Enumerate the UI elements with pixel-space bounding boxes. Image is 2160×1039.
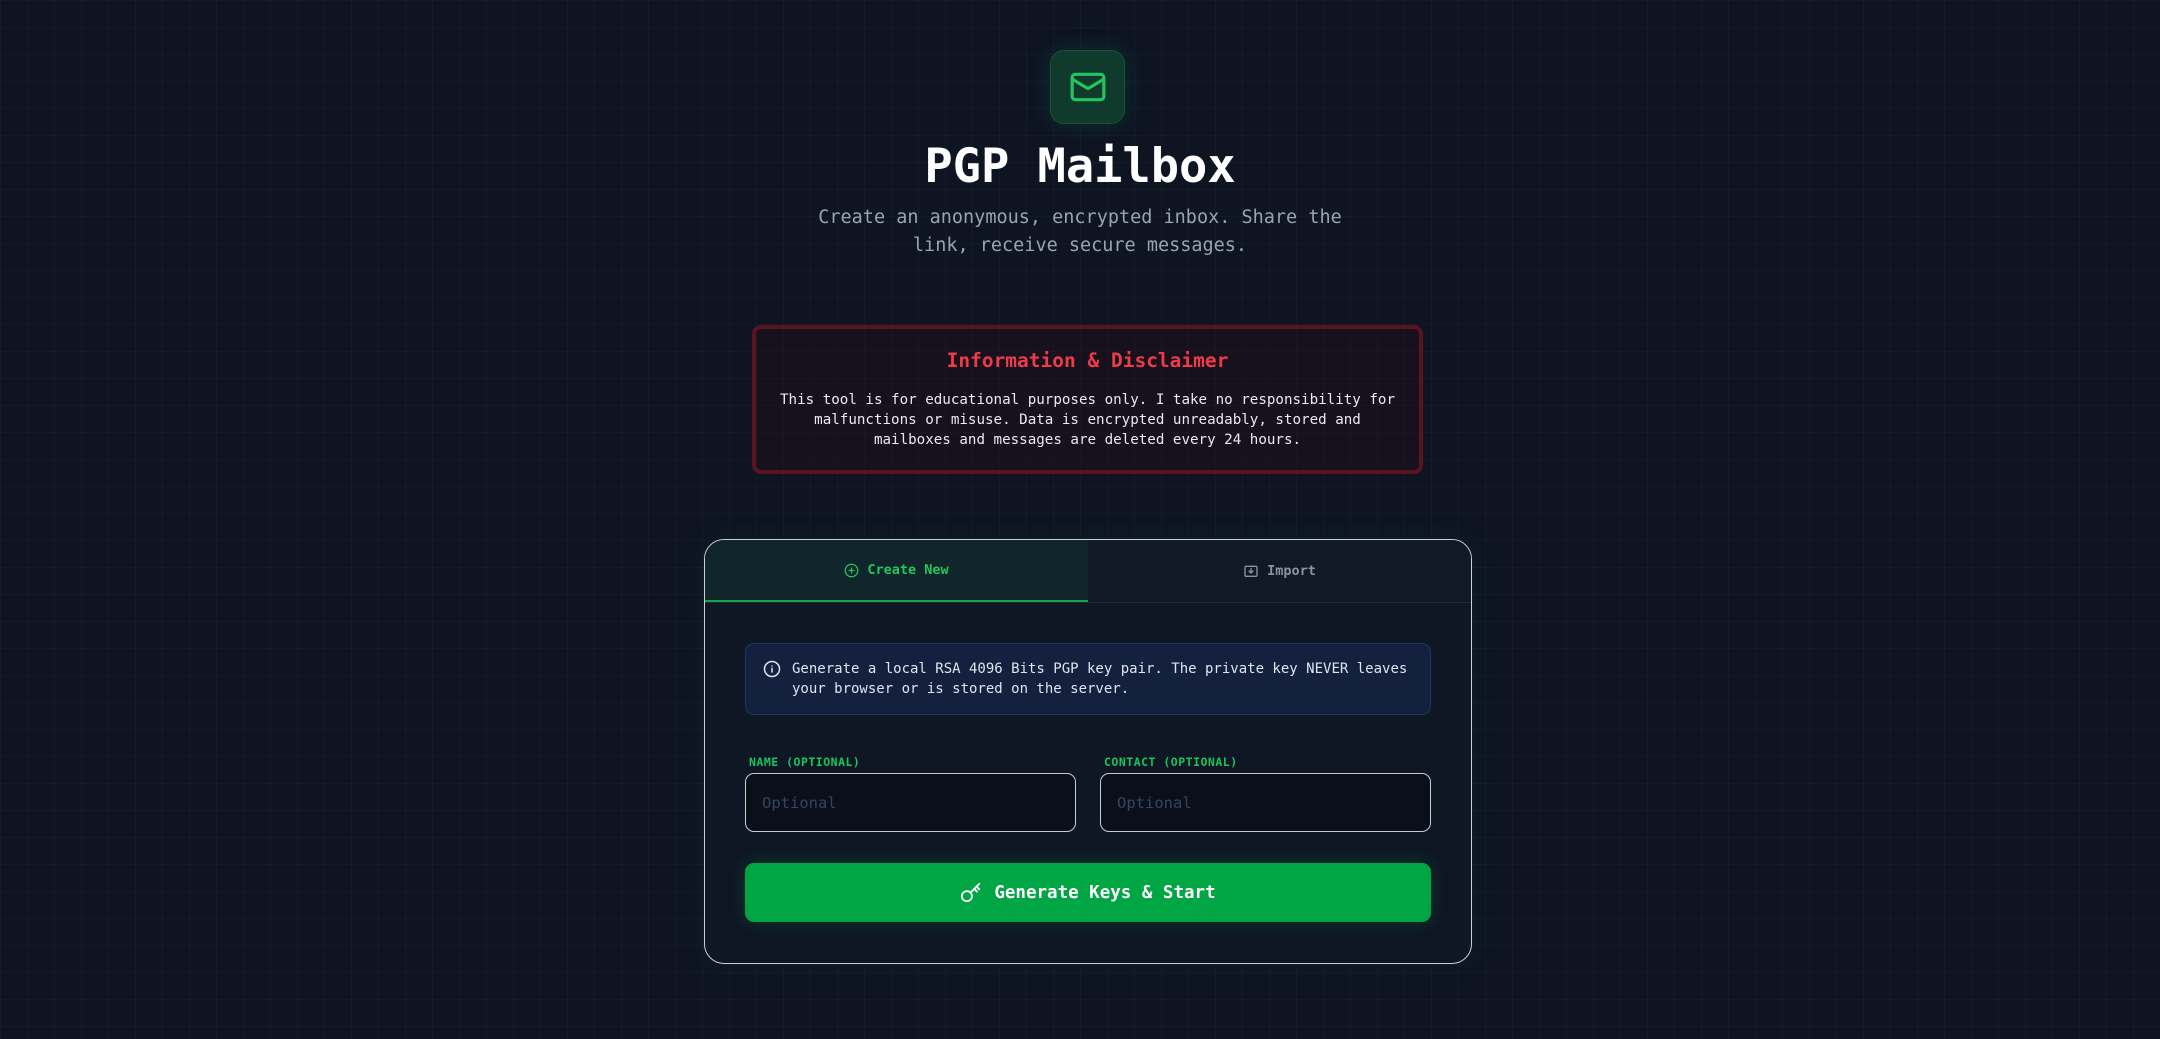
tab-create-new[interactable]: Create New [705, 540, 1088, 602]
page-title: PGP Mailbox [924, 139, 1236, 194]
plus-circle-icon [844, 563, 859, 577]
import-icon [1244, 565, 1258, 577]
name-field-label: NAME (OPTIONAL) [749, 755, 861, 769]
generate-keys-button[interactable]: Generate Keys & Start [745, 863, 1431, 922]
contact-input[interactable] [1100, 773, 1431, 832]
generate-keys-button-label: Generate Keys & Start [994, 882, 1216, 903]
key-icon [961, 882, 981, 902]
mail-icon [1070, 72, 1105, 102]
tab-import-label: Import [1267, 563, 1316, 579]
contact-field-label: CONTACT (OPTIONAL) [1104, 755, 1238, 769]
tab-create-new-label: Create New [867, 562, 949, 578]
info-text: Generate a local RSA 4096 Bits PGP key p… [792, 661, 1408, 697]
tab-import[interactable]: Import [1088, 540, 1471, 602]
name-input[interactable] [745, 773, 1076, 832]
disclaimer-text: This tool is for educational purposes on… [780, 392, 1395, 448]
disclaimer-title: Information & Disclaimer [946, 349, 1229, 372]
page-subtitle: Create an anonymous, encrypted inbox. Sh… [818, 207, 1342, 256]
hero-icon-container [1050, 50, 1125, 124]
mailbox-card: Create New Import Generate a local RSA 4… [704, 539, 1472, 964]
info-box: Generate a local RSA 4096 Bits PGP key p… [745, 643, 1431, 715]
info-icon [763, 660, 781, 678]
tab-bar: Create New Import [705, 540, 1471, 603]
disclaimer-box: Information & Disclaimer This tool is fo… [752, 325, 1423, 474]
